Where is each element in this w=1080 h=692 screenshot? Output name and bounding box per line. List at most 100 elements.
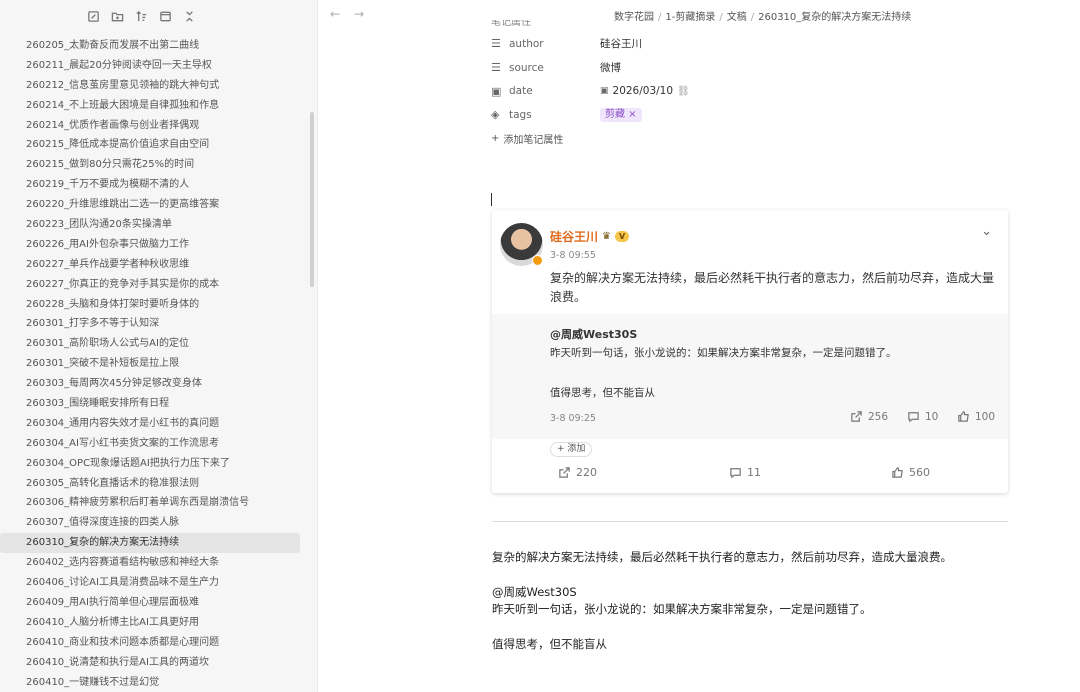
property-tags[interactable]: ◈ tags 剪藏 × [491, 103, 1011, 127]
sidebar-note-item[interactable]: 260205_太勤奋反而发展不出第二曲线 [0, 36, 300, 56]
sidebar-toolbar [0, 0, 317, 32]
share-count: 220 [576, 466, 597, 479]
tag-chip[interactable]: 剪藏 × [600, 107, 642, 122]
collapse-icon[interactable] [158, 9, 172, 23]
sidebar-note-item[interactable]: 260409_用AI执行简单但心理层面极难 [0, 593, 300, 613]
tag-remove-icon[interactable]: × [628, 109, 636, 120]
forward-arrow-icon[interactable]: → [354, 7, 364, 21]
property-value[interactable]: 微博 [600, 60, 621, 75]
property-source[interactable]: ☰ source 微博 [491, 56, 1011, 80]
close-all-icon[interactable] [182, 9, 196, 23]
sort-icon[interactable] [134, 9, 148, 23]
sidebar-note-item[interactable]: 260227_你真正的竞争对手其实是你的成本 [0, 275, 300, 295]
sidebar-note-item[interactable]: 260303_每周两次45分钟足够改变身体 [0, 374, 300, 394]
weibo-embed-card: 硅谷王川 ♛ V 3-8 09:55 ⌄ 复杂的解决方案无法持续，最后必然耗干执… [492, 210, 1008, 493]
sidebar-note-item[interactable]: 260228_头脑和身体打架时要听身体的 [0, 295, 300, 315]
comment-stat[interactable]: 11 [729, 466, 761, 479]
property-value[interactable]: ▣ 2026/03/10 ⛓ [600, 85, 690, 97]
sidebar-note-item[interactable]: 260306_精神疲劳累积后盯着单调东西是崩溃信号 [0, 493, 300, 513]
body-paragraph: 昨天听到一句话，张小龙说的：如果解决方案非常复杂，一定是问题错了。 [492, 602, 872, 616]
file-explorer-sidebar: 260205_太勤奋反而发展不出第二曲线 260211_晨起20分钟阅读夺回一天主… [0, 0, 318, 692]
property-key: date [509, 85, 533, 98]
sidebar-note-item[interactable]: 260219_千万不要成为模糊不清的人 [0, 175, 300, 195]
repost-share-stat[interactable]: 256 [850, 410, 907, 423]
author-name: 硅谷王川 [550, 230, 599, 244]
plus-icon: + [491, 133, 500, 145]
repost-comment-stat[interactable]: 10 [907, 410, 957, 423]
sidebar-note-item[interactable]: 260215_降低成本提高价值追求自由空间 [0, 135, 300, 155]
sidebar-note-item[interactable]: 260214_不上班最大困境是自律孤独和作息 [0, 96, 300, 116]
sidebar-note-item[interactable]: 260301_高阶职场人公式与AI的定位 [0, 334, 300, 354]
comment-icon [730, 468, 741, 479]
like-count: 100 [975, 410, 996, 423]
comment-count: 11 [747, 466, 761, 479]
sidebar-note-item[interactable]: 260410_商业和技术问题本质都是心理问题 [0, 633, 300, 653]
sidebar-note-item[interactable]: 260310_复杂的解决方案无法持续 [0, 533, 300, 554]
crown-icon: ♛ [602, 231, 611, 242]
note-body[interactable]: 复杂的解决方案无法持续，最后必然耗干执行者的意志力，然后前功尽弃，造成大量浪费。… [492, 549, 1032, 653]
text-cursor [491, 193, 492, 206]
property-author[interactable]: ☰ author 硅谷王川 [491, 32, 1011, 56]
chevron-down-icon[interactable]: ⌄ [981, 224, 992, 239]
sidebar-note-item[interactable]: 260402_选内容赛道看结构敏感和神经大条 [0, 553, 300, 573]
property-value[interactable]: 硅谷王川 [600, 36, 642, 51]
date-value: 2026/03/10 [612, 85, 674, 98]
link-icon[interactable]: ⛓ [677, 86, 690, 97]
add-property-button[interactable]: + 添加笔记属性 [491, 130, 1011, 148]
sidebar-note-item[interactable]: 260304_OPC现象爆话题AI把执行力压下来了 [0, 454, 300, 474]
sidebar-note-item[interactable]: 260301_打字多不等于认知深 [0, 314, 300, 334]
vip-badge: V [614, 231, 630, 242]
sidebar-scrollbar[interactable] [310, 112, 314, 287]
sidebar-note-item[interactable]: 260304_通用内容失效才是小红书的真问题 [0, 414, 300, 434]
sidebar-note-item[interactable]: 260211_晨起20分钟阅读夺回一天主导权 [0, 56, 300, 76]
sidebar-note-item[interactable]: 260410_一键赚钱不过是幻觉 [0, 673, 300, 692]
add-button[interactable]: + 添加 [550, 442, 593, 457]
repost-like-stat[interactable]: 100 [957, 410, 995, 423]
note-properties: 笔记属性 ☰ author 硅谷王川 ☰ source 微博 ▣ date ▣ 2… [491, 20, 1011, 148]
sidebar-note-item[interactable]: 260307_值得深度连接的四类人脉 [0, 513, 300, 533]
repost-author[interactable]: @周威West30S [550, 326, 637, 342]
sidebar-note-item[interactable]: 260223_团队沟通20条实操清单 [0, 215, 300, 235]
repost-stats: 256 10 100 [850, 410, 995, 423]
repost-time[interactable]: 3-8 09:25 [550, 413, 596, 424]
new-note-icon[interactable] [86, 9, 100, 23]
properties-heading: 笔记属性 [491, 20, 531, 28]
body-paragraph: 值得思考，但不能盲从 [492, 637, 607, 651]
like-stat[interactable]: 560 [891, 466, 930, 479]
sidebar-note-item[interactable]: 260212_信息茧房里意见领袖的跳大神句式 [0, 76, 300, 96]
tag-label: 剪藏 [605, 108, 625, 120]
sidebar-note-item[interactable]: 260406_讨论AI工具是消费品味不是生产力 [0, 573, 300, 593]
sidebar-note-item[interactable]: 260227_单兵作战要学者种秋收思维 [0, 255, 300, 275]
sidebar-note-item[interactable]: 260303_围绕睡眠安排所有日程 [0, 394, 300, 414]
sidebar-note-item[interactable]: 260214_优质作者画像与创业者择偶观 [0, 116, 300, 136]
like-icon [892, 467, 903, 478]
horizontal-rule [492, 521, 1008, 522]
sidebar-note-item[interactable]: 260226_用AI外包杂事只做脑力工作 [0, 235, 300, 255]
share-stat[interactable]: 220 [558, 466, 597, 479]
calendar-icon: ▣ [491, 84, 502, 98]
list-icon: ☰ [491, 61, 501, 75]
post-text: 复杂的解决方案无法持续，最后必然耗干执行者的意志力，然后前功尽弃，造成大量浪费。 [550, 271, 995, 304]
comment-count: 10 [925, 410, 939, 423]
list-icon: ☰ [491, 37, 501, 51]
body-paragraph: @周威West30S [492, 585, 577, 599]
back-arrow-icon[interactable]: ← [330, 7, 340, 21]
sidebar-note-item[interactable]: 260220_升维思维跳出二选一的更高维答案 [0, 195, 300, 215]
share-count: 256 [868, 410, 889, 423]
comment-icon [908, 412, 919, 423]
like-icon [958, 411, 969, 422]
post-time[interactable]: 3-8 09:55 [550, 250, 596, 261]
app-window: 260205_太勤奋反而发展不出第二曲线 260211_晨起20分钟阅读夺回一天主… [0, 0, 1080, 692]
post-author[interactable]: 硅谷王川 ♛ V [550, 228, 630, 245]
sidebar-note-item[interactable]: 260215_做到80分只需花25%的时间 [0, 155, 300, 175]
sidebar-note-item[interactable]: 260410_说清楚和执行是AI工具的两道坎 [0, 653, 300, 673]
property-value[interactable]: 剪藏 × [600, 107, 642, 122]
sidebar-note-item[interactable]: 260304_AI写小红书卖货文案的工作流思考 [0, 434, 300, 454]
sidebar-note-item[interactable]: 260410_人脑分析博主比AI工具更好用 [0, 613, 300, 633]
new-folder-icon[interactable] [110, 9, 124, 23]
sidebar-note-item[interactable]: 260301_突破不是补短板是拉上限 [0, 354, 300, 374]
date-small-calendar-icon: ▣ [600, 86, 609, 97]
property-date[interactable]: ▣ date ▣ 2026/03/10 ⛓ [491, 79, 1011, 103]
sidebar-note-item[interactable]: 260305_高转化直播话术的稳准狠法则 [0, 474, 300, 494]
